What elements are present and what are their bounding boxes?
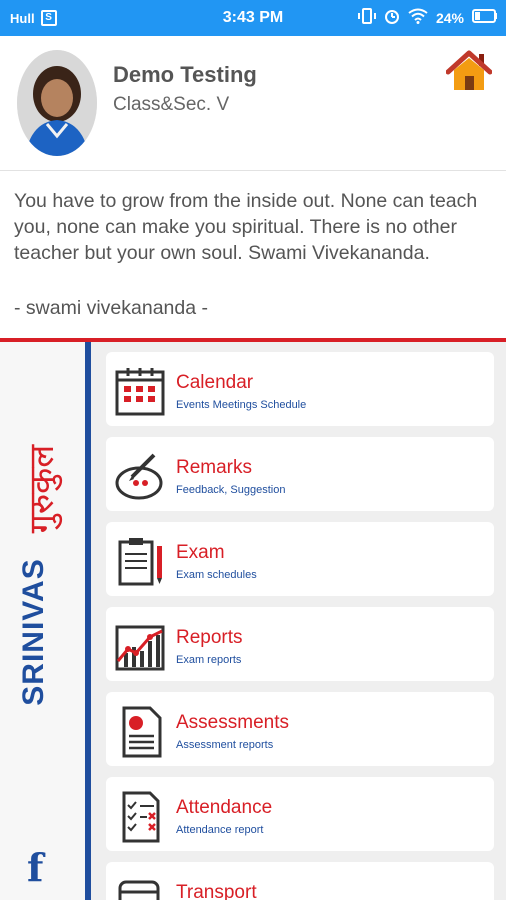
facebook-icon[interactable]: f [27, 845, 43, 890]
alarm-icon [384, 8, 400, 27]
menu-item-attendance[interactable]: Attendance Attendance report [106, 777, 494, 851]
menu-title: Reports [176, 627, 243, 648]
menu-title: Transport [176, 882, 257, 900]
brand-panel: गुरुकुल SRINIVAS f [0, 342, 85, 900]
attendance-icon [122, 791, 160, 843]
quote-author: - swami vivekananda - [14, 297, 208, 319]
calendar-icon [115, 368, 165, 416]
brand-logo-english: SRINIVAS [17, 558, 50, 706]
reports-icon [115, 625, 165, 671]
status-bar: Hull S 3:43 PM 24% [0, 0, 506, 36]
assessments-icon [122, 706, 162, 758]
menu-item-reports[interactable]: Reports Exam reports [106, 607, 494, 681]
menu-item-assessments[interactable]: Assessments Assessment reports [106, 692, 494, 766]
brand-divider [85, 342, 91, 900]
menu-title: Attendance [176, 797, 273, 818]
menu-title: Calendar [176, 372, 254, 393]
menu-item-calendar[interactable]: Calendar Events Meetings Schedule [106, 352, 494, 426]
home-button[interactable] [445, 50, 493, 92]
vibrate-icon [357, 8, 376, 27]
avatar [17, 50, 97, 156]
menu-item-transport[interactable]: Transport [106, 862, 494, 900]
user-class-section: Class&Sec. V [113, 94, 230, 115]
brand-logo-hindi: गुरुकुल [22, 444, 62, 534]
menu-subtitle: Assessment reports [176, 739, 274, 751]
menu-area: गुरुकुल SRINIVAS f Calendar Events Meeti… [0, 342, 506, 900]
menu-subtitle: Exam schedules [176, 569, 257, 581]
battery-percent: 24% [435, 9, 464, 26]
user-name: Demo Testing [113, 62, 257, 87]
remarks-icon [115, 453, 163, 500]
menu-subtitle: Attendance report [176, 824, 264, 836]
menu-title: Remarks [176, 457, 253, 478]
battery-icon [472, 9, 498, 26]
profile-header: Demo Testing Class&Sec. V [0, 36, 506, 171]
home-icon [445, 50, 493, 90]
menu-subtitle: Exam reports [176, 654, 242, 666]
menu-title: Assessments [176, 712, 289, 733]
transport-icon [118, 880, 160, 900]
menu-subtitle: Events Meetings Schedule [176, 399, 307, 411]
exam-icon [118, 538, 162, 586]
menu-item-exam[interactable]: Exam Exam schedules [106, 522, 494, 596]
menu-title: Exam [176, 542, 225, 563]
menu-subtitle: Feedback, Suggestion [176, 484, 286, 496]
wifi-icon [408, 8, 428, 27]
menu-item-remarks[interactable]: Remarks Feedback, Suggestion [106, 437, 494, 511]
quote-text: You have to grow from the inside out. No… [14, 190, 478, 264]
